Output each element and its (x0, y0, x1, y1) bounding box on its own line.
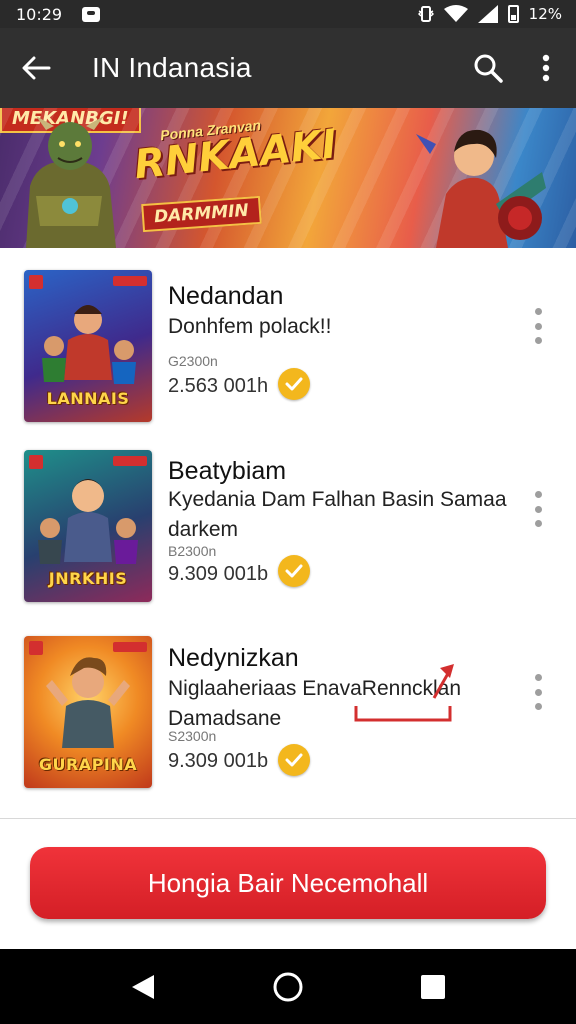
app-badge (29, 641, 43, 655)
app-name: Beatybiam (168, 457, 287, 485)
battery-percent: 12% (528, 5, 562, 23)
signal-icon (477, 5, 498, 23)
app-label-badge (113, 456, 147, 466)
app-badge (29, 455, 43, 469)
list-item[interactable]: GURAPINA Nedynizkan Niglaaheriaas EnavaR… (0, 618, 576, 803)
more-options-button[interactable] (516, 28, 576, 108)
promo-banner[interactable]: Ponna Zranvan RNKAAKI DARMMIN MEKANBGI! (0, 108, 576, 248)
thumbnail-logo-text: JNRKHIS (48, 569, 128, 588)
app-description: Niglaaheriaas EnavaRenncklan Damadsane (168, 677, 462, 730)
cta-container: Hongia Bair Necemohall (0, 819, 576, 949)
page-title: IN Indanasia (92, 52, 252, 83)
notification-icon (82, 6, 101, 22)
status-time: 10:29 (16, 4, 63, 24)
status-icons: 12% (417, 5, 562, 23)
verified-check-icon (278, 744, 310, 776)
back-arrow-icon (22, 56, 51, 80)
thumbnail-logo-text: LANNAIS (46, 389, 130, 408)
item-more-icon[interactable] (528, 308, 548, 344)
list-item[interactable]: LANNAIS Nedandan Donhfem polack!! G2300n… (0, 248, 576, 433)
app-name: Nedynizkan (168, 644, 299, 672)
app-description: Donhfem polack!! (168, 315, 332, 338)
nav-recents-icon (421, 974, 446, 999)
nav-home-button[interactable] (266, 965, 310, 1009)
app-list: LANNAIS Nedandan Donhfem polack!! G2300n… (0, 248, 576, 818)
thumbnail-logo-text: GURAPINA (38, 755, 138, 774)
app-thumbnail: JNRKHIS (24, 450, 152, 602)
warrior-character-image (26, 116, 116, 248)
vibrate-icon (417, 6, 434, 22)
app-label-badge (113, 642, 147, 652)
nav-home-icon (273, 972, 303, 1001)
app-label-badge (113, 276, 147, 286)
banner-tag-left: DARMMIN (141, 195, 262, 233)
app-size: G2300n (168, 353, 218, 369)
hero-character-image (416, 129, 546, 248)
app-downloads: 9.309 001b (168, 563, 269, 585)
nav-back-button[interactable] (121, 965, 165, 1009)
search-icon (474, 54, 503, 83)
app-thumbnail: LANNAIS (24, 270, 152, 422)
system-navigation-bar (0, 949, 576, 1024)
wifi-icon (443, 5, 468, 22)
app-bar: IN Indanasia (0, 28, 576, 108)
status-bar: 10:29 12% (0, 0, 576, 28)
nav-recents-button[interactable] (411, 965, 455, 1009)
app-downloads: 2.563 001h (168, 375, 269, 397)
more-vert-icon (542, 54, 550, 82)
app-size: S2300n (168, 728, 217, 744)
verified-check-icon (278, 555, 310, 587)
highlight-annotation (354, 664, 454, 722)
item-more-icon[interactable] (528, 491, 548, 527)
app-name: Nedandan (168, 282, 284, 310)
verified-check-icon (278, 368, 310, 400)
search-button[interactable] (460, 28, 516, 108)
app-size: B2300n (168, 543, 217, 559)
app-description: Kyedania Dam Falhan Basin Samaa darkem (168, 488, 507, 541)
back-button[interactable] (0, 28, 72, 108)
app-badge (29, 275, 43, 289)
nav-back-icon (131, 974, 154, 999)
battery-icon (507, 5, 519, 23)
primary-action-button[interactable]: Hongia Bair Necemohall (30, 847, 546, 919)
app-downloads: 9.309 001b (168, 750, 269, 772)
list-item[interactable]: JNRKHIS Beatybiam Kyedania Dam Falhan Ba… (0, 433, 576, 618)
item-more-icon[interactable] (528, 674, 548, 710)
app-thumbnail: GURAPINA (24, 636, 152, 788)
